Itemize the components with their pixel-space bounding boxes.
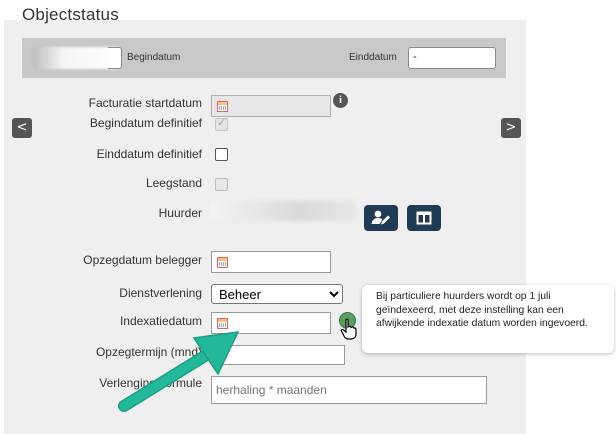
- edit-huurder-button[interactable]: [364, 205, 398, 231]
- calendar-icon: [217, 101, 228, 112]
- huurder-label: Huurder: [158, 206, 202, 220]
- einddatum-input[interactable]: -: [408, 47, 496, 69]
- opzegdatum-belegger-label: Opzegdatum belegger: [83, 253, 202, 267]
- einddatum-definitief-checkbox[interactable]: [215, 148, 228, 161]
- columns-icon: [416, 211, 432, 225]
- info-icon[interactable]: i: [333, 93, 348, 108]
- dienstverlening-label: Dienstverlening: [119, 286, 202, 300]
- calendar-icon: [217, 257, 228, 268]
- leegstand-checkbox: [215, 178, 228, 191]
- opzegdatum-belegger-input[interactable]: [211, 251, 331, 273]
- indexatiedatum-tooltip: Bij particuliere huurders wordt op 1 jul…: [362, 285, 614, 353]
- einddatum-definitief-label: Einddatum definitief: [96, 147, 202, 161]
- begindatum-input[interactable]: [108, 47, 122, 69]
- begindatum-label: Begindatum: [127, 52, 181, 63]
- huurder-name-redacted: [210, 201, 356, 221]
- previous-button[interactable]: <: [12, 118, 32, 138]
- leegstand-label: Leegstand: [145, 176, 202, 190]
- facturatie-startdatum-input: [211, 95, 331, 117]
- user-edit-icon: [371, 210, 390, 225]
- page-title: Objectstatus: [22, 5, 119, 24]
- date-range-bar: Begindatum Einddatum -: [22, 38, 506, 78]
- facturatie-startdatum-label: Facturatie startdatum: [88, 96, 202, 110]
- objectstatus-panel: [4, 20, 526, 434]
- verlengingsformule-input[interactable]: [211, 376, 487, 404]
- columns-button[interactable]: [407, 205, 441, 231]
- annotation-arrow: [118, 331, 240, 412]
- einddatum-label: Einddatum: [349, 52, 397, 63]
- begindatum-definitief-checkbox: [215, 116, 228, 131]
- hand-cursor-icon: [340, 318, 357, 340]
- next-button[interactable]: >: [501, 118, 521, 138]
- begindatum-field-redacted[interactable]: [32, 47, 120, 69]
- begindatum-definitief-label: Begindatum definitief: [89, 116, 202, 130]
- dienstverlening-select[interactable]: Beheer: [211, 284, 343, 304]
